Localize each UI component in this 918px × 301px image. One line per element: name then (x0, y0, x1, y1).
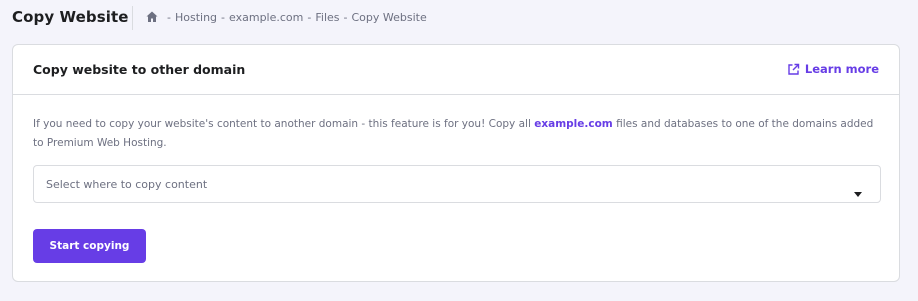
copy-destination-select[interactable]: Select where to copy content (33, 165, 881, 203)
chevron-down-icon (854, 182, 862, 197)
breadcrumb-separator: - (343, 10, 348, 24)
copy-website-card: Copy website to other domain Learn more … (12, 44, 900, 282)
description-text: If you need to copy your website's conte… (33, 115, 883, 153)
breadcrumb-separator: - (167, 10, 171, 24)
learn-more-link[interactable]: Learn more (787, 62, 879, 76)
breadcrumb-item-hosting[interactable]: Hosting (175, 11, 217, 24)
card-header: Copy website to other domain Learn more (13, 45, 899, 95)
title-divider (132, 6, 133, 30)
page-title: Copy Website (12, 8, 129, 26)
description-domain: example.com (534, 118, 613, 130)
breadcrumb-item-files[interactable]: Files (315, 11, 339, 24)
breadcrumb-item-domain[interactable]: example.com (229, 11, 303, 24)
start-copying-button[interactable]: Start copying (33, 229, 146, 263)
breadcrumb: - Hosting - example.com - Files - Copy W… (145, 10, 427, 24)
select-placeholder: Select where to copy content (46, 178, 208, 191)
breadcrumb-separator: - (221, 10, 226, 24)
learn-more-label: Learn more (804, 62, 879, 76)
top-bar: Copy Website - Hosting - example.com - F… (0, 0, 918, 36)
breadcrumb-item-copy-website: Copy Website (351, 10, 427, 24)
card-title: Copy website to other domain (33, 62, 246, 77)
breadcrumb-separator: - (307, 10, 312, 24)
description-before: If you need to copy your website's conte… (33, 118, 535, 130)
home-icon[interactable] (145, 10, 159, 24)
external-link-icon (787, 63, 800, 76)
